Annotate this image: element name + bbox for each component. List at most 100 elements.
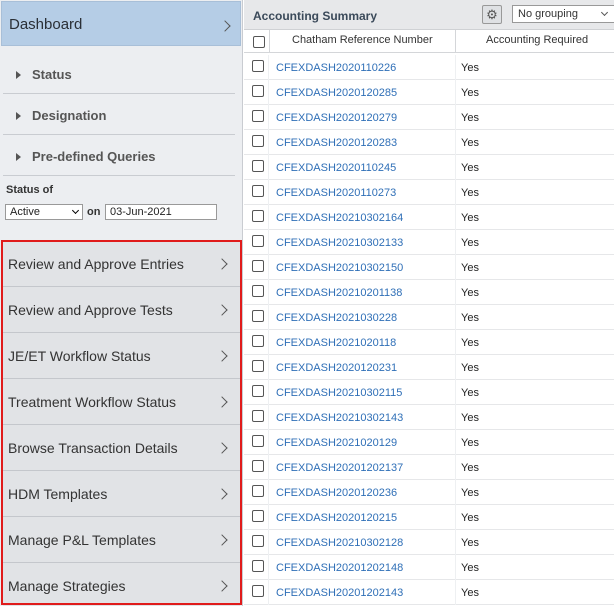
table-row[interactable]: CFEXDASH2021030228 Yes [244,305,614,330]
row-checkbox[interactable] [252,535,264,547]
reference-link[interactable]: CFEXDASH2020120231 [276,362,397,374]
row-checkbox[interactable] [252,310,264,322]
cell-divider [268,155,269,180]
row-checkbox[interactable] [252,135,264,147]
tree-item-status[interactable]: Status [3,54,235,94]
table-row[interactable]: CFEXDASH20201202148 Yes [244,555,614,580]
reference-link[interactable]: CFEXDASH2020120215 [276,512,397,524]
table-row[interactable]: CFEXDASH2020110273 Yes [244,180,614,205]
accounting-required-value: Yes [461,487,479,499]
row-checkbox[interactable] [252,435,264,447]
table-row[interactable]: CFEXDASH2020120231 Yes [244,355,614,380]
row-checkbox[interactable] [252,185,264,197]
cell-divider [455,55,456,80]
cell-divider [268,280,269,305]
reference-link[interactable]: CFEXDASH20210302143 [276,412,403,424]
table-row[interactable]: CFEXDASH2020110245 Yes [244,155,614,180]
dashboard-header[interactable]: Dashboard [1,1,241,46]
reference-link[interactable]: CFEXDASH2020110245 [276,162,396,174]
row-checkbox[interactable] [252,85,264,97]
status-select[interactable]: Active [5,204,83,220]
table-row[interactable]: CFEXDASH2020120283 Yes [244,130,614,155]
cell-divider [268,455,269,480]
reference-link[interactable]: CFEXDASH2021030228 [276,312,397,324]
column-header-accounting[interactable]: Accounting Required [486,34,588,46]
reference-link[interactable]: CFEXDASH2020120283 [276,137,397,149]
reference-link[interactable]: CFEXDASH20210302133 [276,237,403,249]
row-checkbox[interactable] [252,335,264,347]
table-row[interactable]: CFEXDASH2021020129 Yes [244,430,614,455]
cell-divider [455,455,456,480]
cell-divider [268,180,269,205]
cell-divider [268,430,269,455]
column-divider [455,30,456,53]
table-row[interactable]: CFEXDASH2020120285 Yes [244,80,614,105]
reference-link[interactable]: CFEXDASH2021020118 [276,337,396,349]
table-row[interactable]: CFEXDASH20201202143 Yes [244,580,614,605]
cell-divider [455,180,456,205]
row-checkbox[interactable] [252,235,264,247]
date-input-value: 03-Jun-2021 [110,206,172,218]
column-header-reference[interactable]: Chatham Reference Number [292,34,433,46]
row-checkbox[interactable] [252,485,264,497]
reference-link[interactable]: CFEXDASH2020120285 [276,87,397,99]
row-checkbox[interactable] [252,510,264,522]
reference-link[interactable]: CFEXDASH2020110273 [276,187,396,199]
reference-link[interactable]: CFEXDASH20210201138 [276,287,402,299]
table-row[interactable]: CFEXDASH20210302150 Yes [244,255,614,280]
row-checkbox[interactable] [252,560,264,572]
accounting-required-value: Yes [461,537,479,549]
cell-divider [455,230,456,255]
tree-item-predefined-queries[interactable]: Pre-defined Queries [3,136,235,176]
table-row[interactable]: CFEXDASH2020120215 Yes [244,505,614,530]
reference-link[interactable]: CFEXDASH2020110226 [276,62,396,74]
accounting-required-value: Yes [461,162,479,174]
reference-link[interactable]: CFEXDASH20210302115 [276,387,402,399]
reference-link[interactable]: CFEXDASH20210302128 [276,537,403,549]
row-checkbox[interactable] [252,160,264,172]
cell-divider [455,530,456,555]
reference-link[interactable]: CFEXDASH2020120236 [276,487,397,499]
row-checkbox[interactable] [252,460,264,472]
sidebar: Dashboard Status Designation Pre-defined… [0,0,243,606]
date-input[interactable]: 03-Jun-2021 [105,204,217,220]
row-checkbox[interactable] [252,60,264,72]
row-checkbox[interactable] [252,285,264,297]
reference-link[interactable]: CFEXDASH20210302164 [276,212,403,224]
column-divider [269,30,270,53]
accounting-required-value: Yes [461,562,479,574]
table-row[interactable]: CFEXDASH2020120279 Yes [244,105,614,130]
tree-item-label: Status [32,67,72,82]
table-row[interactable]: CFEXDASH2020120236 Yes [244,480,614,505]
reference-link[interactable]: CFEXDASH20210302150 [276,262,403,274]
table-row[interactable]: CFEXDASH20201202137 Yes [244,455,614,480]
cell-divider [455,405,456,430]
cell-divider [268,105,269,130]
reference-link[interactable]: CFEXDASH2020120279 [276,112,397,124]
table-row[interactable]: CFEXDASH20210302115 Yes [244,380,614,405]
reference-link[interactable]: CFEXDASH20201202148 [276,562,403,574]
chevron-down-icon [71,206,80,215]
table-row[interactable]: CFEXDASH20210302128 Yes [244,530,614,555]
table-row[interactable]: CFEXDASH20210302164 Yes [244,205,614,230]
row-checkbox[interactable] [252,410,264,422]
table-row[interactable]: CFEXDASH2021020118 Yes [244,330,614,355]
select-all-checkbox[interactable] [253,36,265,48]
tree-item-designation[interactable]: Designation [3,95,235,135]
row-checkbox[interactable] [252,210,264,222]
reference-link[interactable]: CFEXDASH20201202143 [276,587,403,599]
grouping-select[interactable]: No grouping [512,5,614,23]
table-row[interactable]: CFEXDASH20210302143 Yes [244,405,614,430]
table-row[interactable]: CFEXDASH20210201138 Yes [244,280,614,305]
row-checkbox[interactable] [252,360,264,372]
accounting-required-value: Yes [461,112,479,124]
reference-link[interactable]: CFEXDASH20201202137 [276,462,403,474]
row-checkbox[interactable] [252,260,264,272]
table-row[interactable]: CFEXDASH20210302133 Yes [244,230,614,255]
row-checkbox[interactable] [252,585,264,597]
row-checkbox[interactable] [252,385,264,397]
gear-icon[interactable]: ⚙ [482,5,502,24]
reference-link[interactable]: CFEXDASH2021020129 [276,437,397,449]
table-row[interactable]: CFEXDASH2020110226 Yes [244,55,614,80]
row-checkbox[interactable] [252,110,264,122]
